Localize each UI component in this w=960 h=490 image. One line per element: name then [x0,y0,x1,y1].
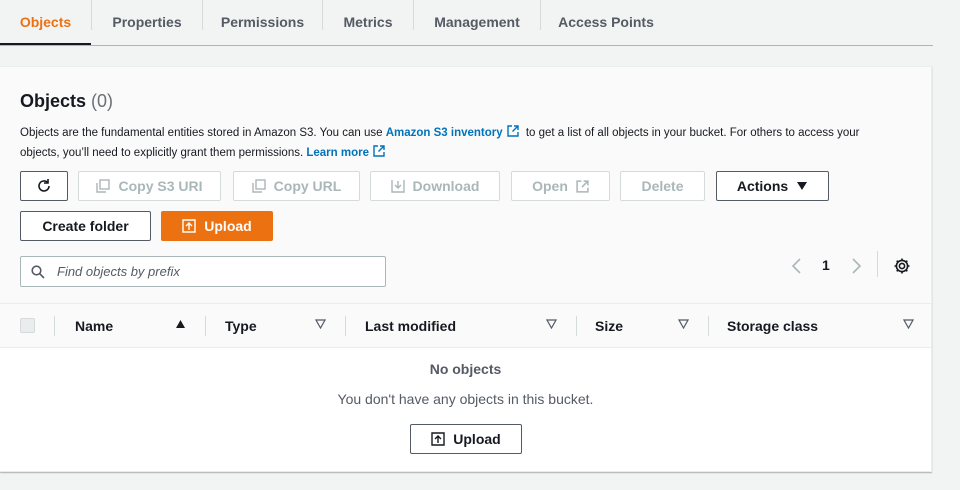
caret-down-icon [797,182,808,190]
search-box [20,256,386,287]
delete-button[interactable]: Delete [620,171,705,201]
tab-label: Permissions [220,14,305,30]
sort-ascending-icon[interactable] [175,319,186,329]
divider [877,251,878,277]
column-divider [708,316,709,336]
button-label: Upload [204,218,252,234]
download-button[interactable]: Download [370,171,500,201]
external-link-icon [373,145,385,157]
column-label: Name [75,317,114,334]
download-icon [390,180,405,193]
empty-state-text: You don't have any objects in this bucke… [337,391,594,407]
column-label: Last modified [365,317,457,334]
sort-descending-icon[interactable] [546,319,557,329]
tab-bar: Objects Properties Permissions Metrics M… [0,0,933,46]
learn-more-link[interactable]: Learn more [306,147,369,159]
external-link-icon [576,179,589,193]
tab-access-points[interactable]: Access Points [541,0,671,44]
page-title: Objects (0) [20,91,113,112]
tab-label: Access Points [558,14,654,30]
column-header-storage-class[interactable]: Storage class [727,304,818,347]
column-label: Storage class [727,317,819,334]
column-divider [205,316,206,336]
tab-label: Management [434,14,520,30]
column-divider [576,316,577,336]
description-text: Objects are the fundamental entities sto… [20,127,386,139]
tab-metrics[interactable]: Metrics [323,0,413,44]
copy-url-button[interactable]: Copy URL [233,171,360,201]
page-number[interactable]: 1 [822,257,830,273]
select-all-checkbox[interactable] [20,318,35,333]
empty-state-title: No objects [429,361,502,377]
button-label: Create folder [42,218,129,234]
column-divider [345,316,346,336]
sort-descending-icon[interactable] [678,319,689,329]
tab-label: Metrics [343,14,393,30]
empty-upload-button[interactable]: Upload [410,424,522,454]
column-header-type[interactable]: Type [225,304,257,347]
button-label: Delete [641,178,684,194]
actions-dropdown[interactable]: Actions [716,171,829,201]
column-header-size[interactable]: Size [595,304,623,347]
chevron-left-icon[interactable] [790,257,804,275]
button-label: Open [532,178,568,194]
copy-s3-uri-button[interactable]: Copy S3 URI [78,171,221,201]
upload-button[interactable]: Upload [161,211,273,241]
tab-objects[interactable]: Objects [0,0,91,45]
copy-icon [251,179,266,193]
search-icon [31,264,45,279]
refresh-icon [38,179,50,192]
upload-icon [431,432,445,446]
button-label: Copy S3 URI [118,178,203,194]
button-label: Upload [453,431,501,447]
sort-descending-icon[interactable] [903,319,914,329]
column-header-name[interactable]: Name [75,304,113,347]
create-folder-button[interactable]: Create folder [20,211,151,241]
external-link-icon [506,125,519,137]
title-text: Objects [20,91,87,111]
inventory-link[interactable]: Amazon S3 inventory [386,127,503,139]
gear-icon[interactable] [893,257,911,275]
button-label: Copy URL [273,178,342,194]
button-label: Download [412,178,480,194]
sort-descending-icon[interactable] [315,319,326,329]
column-header-last-modified[interactable]: Last modified [365,304,456,347]
column-divider [54,316,55,336]
description: Objects are the fundamental entities sto… [20,123,900,163]
search-input[interactable] [55,263,379,280]
objects-panel: Objects (0) Objects are the fundamental … [0,66,932,472]
tab-label: Properties [112,14,182,30]
column-label: Size [595,317,624,334]
object-count: (0) [91,91,114,111]
tab-permissions[interactable]: Permissions [203,0,322,44]
column-label: Type [225,317,257,334]
button-label: Actions [736,178,789,194]
upload-icon [182,219,196,233]
copy-icon [96,179,111,193]
refresh-button[interactable] [20,171,68,201]
tab-properties[interactable]: Properties [92,0,202,44]
chevron-right-icon[interactable] [849,257,863,275]
table-header: Name Type Last modified Size Storage cla… [0,303,931,348]
open-button[interactable]: Open [511,171,610,201]
tab-label: Objects [19,14,72,30]
tab-management[interactable]: Management [414,0,540,44]
